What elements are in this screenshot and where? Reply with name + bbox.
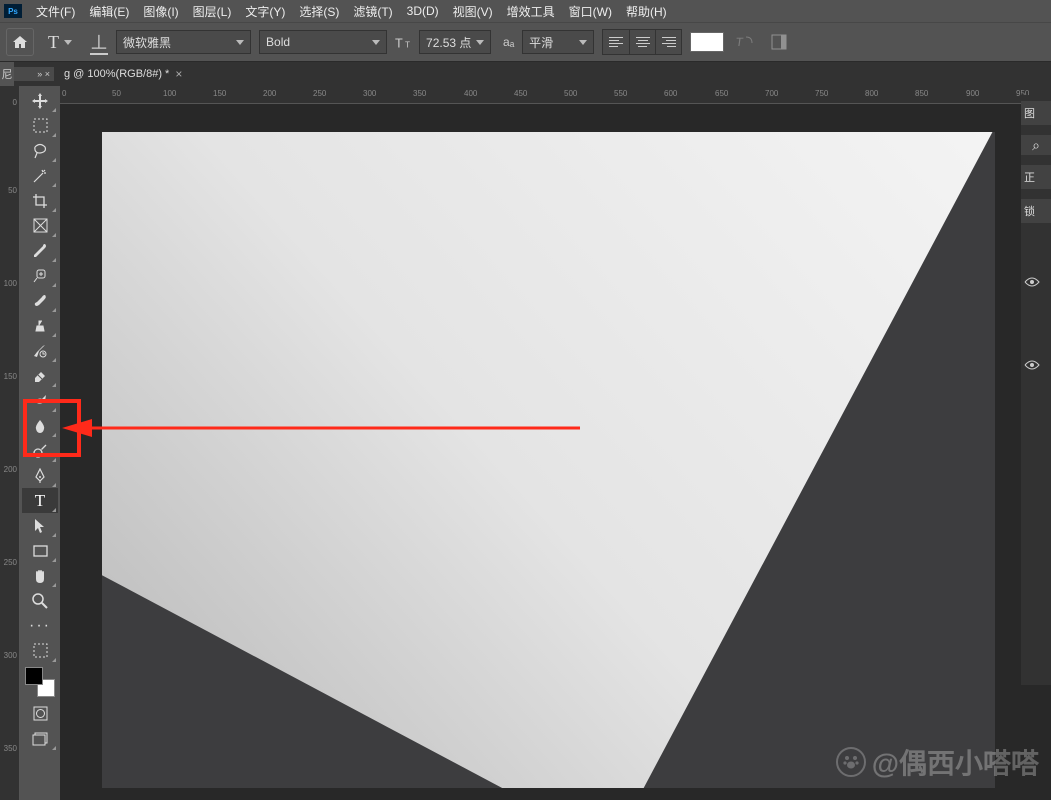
- edit-toolbar-button[interactable]: [22, 638, 58, 663]
- healing-brush-tool[interactable]: [22, 263, 58, 288]
- lock-label: 锁: [1021, 199, 1051, 223]
- layer-search-button[interactable]: ⌕: [1021, 135, 1051, 155]
- move-tool[interactable]: [22, 88, 58, 113]
- blend-mode-label[interactable]: 正: [1021, 165, 1051, 189]
- menu-edit[interactable]: 编辑(E): [83, 1, 135, 22]
- dropdown-icon: [236, 40, 244, 45]
- text-align-group: [602, 29, 682, 55]
- eyedropper-tool[interactable]: [22, 238, 58, 263]
- menu-bar: Ps 文件(F) 编辑(E) 图像(I) 图层(L) 文字(Y) 选择(S) 滤…: [0, 0, 1051, 22]
- watermark-text: @偶西小嗒嗒: [872, 742, 1039, 782]
- document-tab[interactable]: g @ 100%(RGB/8#) * ×: [54, 62, 192, 86]
- font-weight-dropdown[interactable]: Bold: [259, 30, 387, 54]
- hand-tool[interactable]: [22, 563, 58, 588]
- anti-alias-value: 平滑: [529, 34, 553, 51]
- type-tool[interactable]: T: [22, 488, 58, 513]
- app-icon: Ps: [4, 4, 22, 18]
- font-family-value: 微软雅黑: [123, 34, 171, 51]
- eraser-tool[interactable]: [22, 363, 58, 388]
- foreground-background-colors[interactable]: [25, 667, 55, 697]
- document-tabs: 尼 » × g @ 100%(RGB/8#) * ×: [0, 62, 1051, 86]
- toggle-orientation-button[interactable]: 丄: [90, 29, 108, 55]
- workspace: 0 50 100 150 200 250 300 350 T ···: [0, 86, 1051, 800]
- text-color-swatch[interactable]: [690, 32, 724, 52]
- anti-alias-icon: aₐ: [503, 35, 514, 49]
- align-left-button[interactable]: [603, 30, 629, 54]
- warp-text-button[interactable]: T: [732, 29, 758, 55]
- svg-text:T: T: [405, 40, 410, 49]
- watermark: @偶西小嗒嗒: [836, 742, 1039, 782]
- menu-3d[interactable]: 3D(D): [401, 2, 445, 20]
- rectangle-tool[interactable]: [22, 538, 58, 563]
- font-size-icon: TT: [395, 34, 415, 50]
- svg-text:T: T: [395, 35, 403, 50]
- magic-wand-tool[interactable]: [22, 163, 58, 188]
- marquee-tool[interactable]: [22, 113, 58, 138]
- document-tab-title: g @ 100%(RGB/8#) *: [64, 68, 169, 80]
- close-tab-button[interactable]: ×: [175, 67, 182, 81]
- clone-stamp-tool[interactable]: [22, 313, 58, 338]
- menu-filter[interactable]: 滤镜(T): [347, 1, 398, 22]
- pen-tool[interactable]: [22, 463, 58, 488]
- align-right-button[interactable]: [655, 30, 681, 54]
- canvas-content-shape: [102, 132, 995, 788]
- font-weight-value: Bold: [266, 35, 290, 49]
- menu-image[interactable]: 图像(I): [137, 1, 184, 22]
- character-panel-button[interactable]: [766, 29, 792, 55]
- quick-mask-button[interactable]: [22, 701, 58, 726]
- menu-layer[interactable]: 图层(L): [187, 1, 238, 22]
- vertical-ruler: 0 50 100 150 200 250 300 350: [0, 86, 20, 800]
- menu-plugins[interactable]: 增效工具: [501, 1, 561, 22]
- foreground-color-swatch[interactable]: [25, 667, 43, 685]
- path-selection-tool[interactable]: [22, 513, 58, 538]
- menu-type[interactable]: 文字(Y): [239, 1, 291, 22]
- horizontal-ruler: 0 50 100 150 200 250 300 350 400 450 500…: [60, 86, 1051, 104]
- paw-icon: [836, 747, 866, 777]
- history-brush-tool[interactable]: [22, 338, 58, 363]
- menu-window[interactable]: 窗口(W): [563, 1, 618, 22]
- lasso-tool[interactable]: [22, 138, 58, 163]
- dropdown-icon: [64, 40, 72, 45]
- font-family-dropdown[interactable]: 微软雅黑: [116, 30, 251, 54]
- layers-panel-tab[interactable]: 图: [1021, 101, 1051, 125]
- gradient-tool[interactable]: [22, 388, 58, 413]
- layer-visibility-icon[interactable]: [1021, 273, 1051, 291]
- toolbar: T ···: [20, 86, 60, 800]
- blur-tool[interactable]: [22, 413, 58, 438]
- font-size-dropdown[interactable]: 72.53 点: [419, 30, 491, 54]
- anti-alias-dropdown[interactable]: 平滑: [522, 30, 594, 54]
- canvas-area: 0 50 100 150 200 250 300 350 400 450 500…: [60, 86, 1051, 800]
- align-center-button[interactable]: [629, 30, 655, 54]
- screen-mode-button[interactable]: [22, 726, 58, 751]
- more-tools[interactable]: ···: [22, 613, 58, 638]
- layer-visibility-icon[interactable]: [1021, 356, 1051, 374]
- tool-preset-picker[interactable]: T: [48, 32, 72, 53]
- document-canvas[interactable]: [102, 132, 995, 788]
- home-button[interactable]: [6, 28, 34, 56]
- tab-dock-stub[interactable]: 尼: [0, 62, 14, 86]
- dropdown-icon: [372, 40, 380, 45]
- frame-tool[interactable]: [22, 213, 58, 238]
- brush-tool[interactable]: [22, 288, 58, 313]
- font-size-value: 72.53 点: [426, 34, 471, 51]
- menu-select[interactable]: 选择(S): [293, 1, 345, 22]
- svg-text:T: T: [736, 35, 745, 49]
- menu-help[interactable]: 帮助(H): [620, 1, 673, 22]
- right-panels: 图 ⌕ 正 锁: [1021, 95, 1051, 685]
- dropdown-icon: [476, 40, 484, 45]
- options-bar: T 丄 微软雅黑 Bold TT 72.53 点 aₐ 平滑: [0, 22, 1051, 62]
- tab-collapse-toggle[interactable]: » ×: [14, 67, 54, 81]
- menu-view[interactable]: 视图(V): [447, 1, 499, 22]
- menu-file[interactable]: 文件(F): [30, 1, 81, 22]
- dodge-tool[interactable]: [22, 438, 58, 463]
- dropdown-icon: [579, 40, 587, 45]
- zoom-tool[interactable]: [22, 588, 58, 613]
- type-tool-icon: T: [48, 32, 59, 53]
- crop-tool[interactable]: [22, 188, 58, 213]
